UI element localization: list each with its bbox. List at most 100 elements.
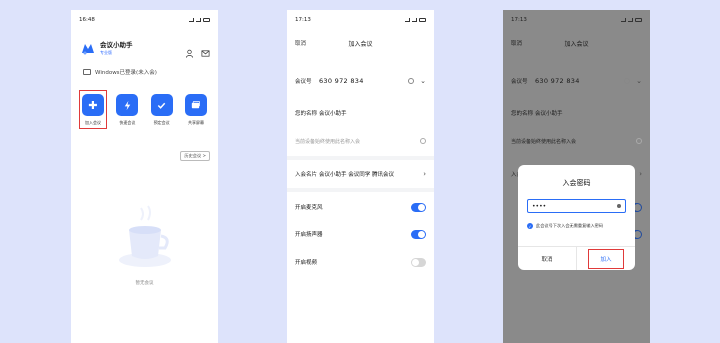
meeting-id-label: 会议号 — [511, 79, 528, 85]
quick-meeting-button[interactable]: 快速会议 — [113, 92, 141, 129]
dialog-actions: 取消 加入 — [518, 246, 635, 270]
app-header: 会议小助手 专业版 — [81, 36, 210, 58]
battery-icon — [419, 18, 426, 22]
nav-bar: 取消 加入会议 — [287, 36, 434, 50]
share-screen-button[interactable]: 共享屏幕 — [182, 92, 210, 129]
status-bar: 17:13 — [503, 10, 650, 30]
settings-icon — [624, 78, 631, 84]
battery-icon — [203, 18, 210, 22]
join-meeting-label: 加入会议 — [85, 120, 101, 125]
status-bar: 16:48 — [71, 10, 218, 30]
signal-icon — [189, 18, 194, 22]
device-status: Windows已登录(未入会) — [83, 68, 157, 76]
divider — [287, 156, 434, 160]
remember-name-row: 当前设备始终使用此名称入会 — [511, 134, 642, 148]
speaker-row: 开启扬声器 — [295, 227, 426, 241]
signal-icon — [405, 18, 410, 22]
remember-name-row[interactable]: 当前设备始终使用此名称入会 — [295, 134, 426, 148]
status-time: 17:13 — [295, 17, 311, 23]
dialog-cancel-button[interactable]: 取消 — [518, 247, 577, 270]
meeting-id-input[interactable]: 630 972 834 — [319, 77, 364, 85]
status-time: 17:13 — [511, 17, 527, 23]
quick-meeting-label: 快速会议 — [119, 120, 136, 125]
system-icons — [621, 18, 642, 22]
remember-name-radio[interactable] — [420, 138, 426, 144]
phone-password-dialog: 17:13 取消 加入会议 会议号 630 972 834 ⌄ 您的名称 会议小… — [503, 10, 650, 343]
check-icon — [150, 94, 173, 116]
meeting-card-row[interactable]: 入会名片 会议小助手 会议同学 腾讯会议 › — [295, 167, 426, 181]
account-info[interactable]: 会议小助手 专业版 — [100, 39, 133, 56]
mic-label: 开启麦克风 — [295, 205, 323, 211]
header-actions — [185, 43, 210, 58]
chevron-right-icon: › — [423, 170, 426, 178]
remember-name-text: 当前设备始终使用此名称入会 — [511, 138, 577, 145]
name-row[interactable]: 您的名称 会议小助手 — [295, 106, 426, 120]
remember-password-text: 此会议号下次入会无需重复输入密码 — [536, 223, 604, 228]
contacts-icon[interactable] — [185, 43, 194, 58]
app-logo-icon — [81, 40, 95, 55]
screen-share-icon — [184, 94, 207, 116]
status-bar: 17:13 — [287, 10, 434, 30]
remember-password-option[interactable]: ✓ 此会议号下次入会无需重复输入密码 — [527, 223, 629, 229]
divider — [287, 188, 434, 192]
speaker-toggle[interactable] — [411, 229, 426, 239]
cancel-button[interactable]: 取消 — [295, 39, 306, 47]
video-row: 开启视频 — [295, 255, 426, 269]
mic-row: 开启麦克风 — [295, 200, 426, 214]
mail-icon[interactable] — [201, 43, 210, 57]
monitor-icon — [83, 69, 91, 75]
lightning-icon — [116, 94, 139, 116]
wifi-icon — [196, 18, 201, 22]
system-icons — [405, 18, 426, 22]
app-name: 会议小助手 — [100, 40, 133, 49]
battery-icon — [635, 18, 642, 22]
chevron-down-icon[interactable]: ⌄ — [420, 77, 426, 85]
meeting-card-value: 会议小助手 会议同学 腾讯会议 — [319, 172, 394, 178]
wifi-icon — [412, 18, 417, 22]
name-label: 您的名称 — [511, 111, 534, 117]
history-meetings-button[interactable]: 历史会议 > — [180, 151, 210, 161]
mic-toggle[interactable] — [411, 202, 426, 212]
checkbox-checked-icon[interactable]: ✓ — [527, 223, 533, 229]
page-title: 加入会议 — [348, 40, 373, 48]
password-input[interactable]: •••• — [527, 199, 626, 213]
chevron-right-icon: › — [639, 170, 642, 178]
empty-state-text: 暂无会议 — [135, 281, 154, 286]
phone-join-meeting: 17:13 取消 加入会议 会议号 630 972 834 ⌄ 您的名称 会议小… — [287, 10, 434, 343]
name-input: 会议小助手 — [535, 111, 563, 117]
page-title: 加入会议 — [564, 40, 589, 48]
speaker-label: 开启扬声器 — [295, 232, 323, 238]
system-icons — [189, 18, 210, 22]
join-meeting-button[interactable]: ✚ 加入会议 — [79, 90, 107, 129]
password-value: •••• — [532, 202, 547, 210]
video-toggle[interactable] — [411, 257, 426, 267]
chevron-down-icon: ⌄ — [636, 77, 642, 85]
schedule-meeting-label: 预定会议 — [153, 120, 170, 125]
cancel-button[interactable]: 取消 — [511, 39, 522, 47]
dialog-join-label: 加入 — [588, 248, 624, 269]
settings-icon[interactable] — [408, 78, 415, 84]
password-dialog: 入会密码 •••• ✓ 此会议号下次入会无需重复输入密码 取消 加入 — [518, 165, 635, 270]
account-badge: 专业版 — [100, 49, 112, 55]
meeting-card-label: 入会名片 — [295, 172, 318, 178]
show-password-icon[interactable] — [617, 204, 621, 208]
dialog-title: 入会密码 — [562, 179, 591, 187]
schedule-meeting-button[interactable]: 预定会议 — [148, 92, 176, 129]
empty-cup-illustration — [115, 200, 175, 270]
meeting-id-row[interactable]: 会议号 630 972 834 ⌄ — [295, 74, 426, 88]
status-time: 16:48 — [79, 17, 95, 23]
plus-icon: ✚ — [82, 94, 104, 116]
dialog-join-button[interactable]: 加入 — [577, 247, 635, 270]
share-screen-label: 共享屏幕 — [187, 120, 204, 125]
meeting-id-input: 630 972 834 — [535, 77, 580, 85]
remember-name-radio — [636, 138, 642, 144]
quick-actions: ✚ 加入会议 快速会议 预定会议 共享屏幕 — [79, 90, 210, 129]
device-status-text: Windows已登录(未入会) — [95, 70, 157, 76]
meeting-id-row: 会议号 630 972 834 ⌄ — [511, 74, 642, 88]
name-input[interactable]: 会议小助手 — [319, 109, 347, 117]
meeting-id-label: 会议号 — [295, 79, 312, 85]
remember-name-text: 当前设备始终使用此名称入会 — [295, 138, 361, 145]
phone-home-screen: 16:48 会议小助手 专业版 Windows已登录(未入会) ✚ 加入会议 快… — [71, 10, 218, 343]
nav-bar: 取消 加入会议 — [503, 36, 650, 50]
video-label: 开启视频 — [295, 260, 318, 266]
